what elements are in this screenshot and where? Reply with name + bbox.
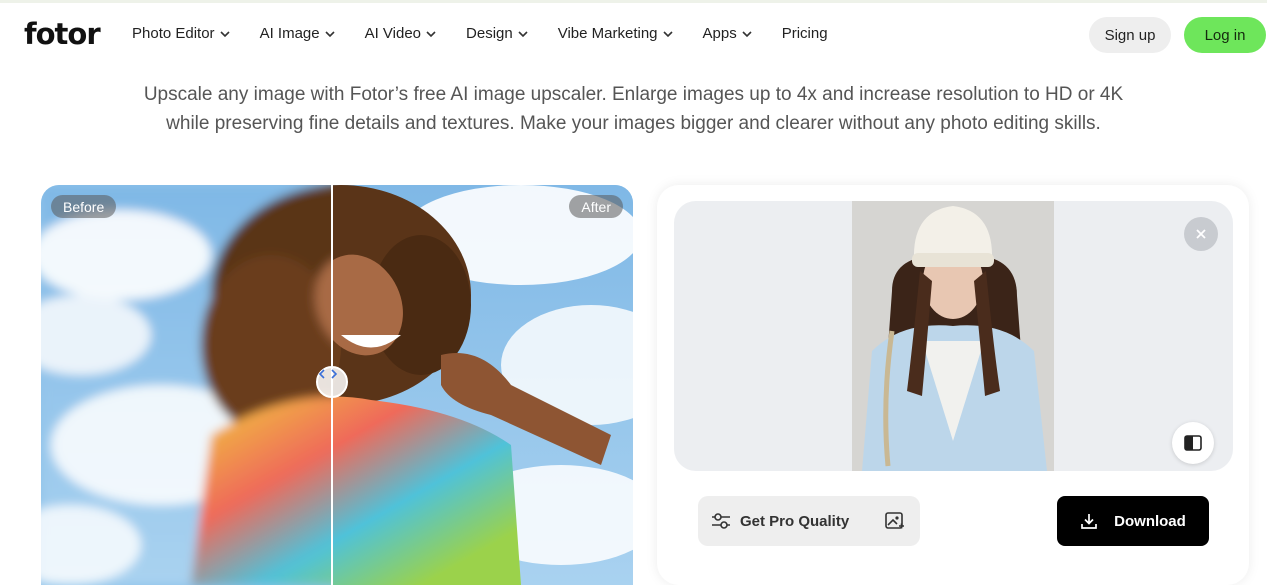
nav-item-design[interactable]: Design bbox=[466, 25, 529, 42]
close-glyph bbox=[1196, 229, 1206, 239]
login-button[interactable]: Log in bbox=[1184, 17, 1266, 53]
result-preview bbox=[674, 201, 1233, 471]
chevron-down-icon bbox=[426, 30, 436, 37]
download-icon bbox=[1081, 514, 1098, 529]
nav-item-photo-editor[interactable]: Photo Editor bbox=[132, 25, 231, 42]
nav-item-label: AI Image bbox=[259, 25, 320, 42]
chevron-down-icon bbox=[742, 30, 752, 37]
handle-arrows bbox=[318, 369, 338, 379]
nav-item-label: Apps bbox=[702, 25, 737, 42]
pro-button-label: Get Pro Quality bbox=[740, 512, 850, 530]
nav-item-vibe-marketing[interactable]: Vibe Marketing bbox=[558, 25, 674, 42]
before-label: Before bbox=[51, 195, 117, 218]
chevron-down-icon bbox=[325, 30, 335, 37]
image-enhance-icon[interactable] bbox=[884, 510, 906, 532]
download-button[interactable]: Download bbox=[1057, 496, 1209, 546]
nav-item-label: Design bbox=[466, 25, 513, 42]
signup-button[interactable]: Sign up bbox=[1089, 17, 1171, 53]
site-header: fotor Photo Editor AI Image AI Video Des… bbox=[0, 3, 1267, 65]
result-panel: Get Pro Quality Download bbox=[657, 185, 1249, 585]
chevron-left-right-icon[interactable] bbox=[316, 366, 348, 398]
chevron-down-icon bbox=[662, 30, 673, 37]
result-image bbox=[852, 201, 1054, 471]
before-after-compare[interactable]: Before After bbox=[41, 185, 633, 585]
chevron-down-icon bbox=[518, 30, 528, 37]
split-compare-icon[interactable] bbox=[1172, 422, 1214, 464]
chevron-down-icon bbox=[219, 30, 230, 37]
hero-description-line: Upscale any image with Fotor’s free AI i… bbox=[143, 84, 1124, 105]
fotor-logo[interactable]: fotor bbox=[24, 17, 101, 51]
nav-item-label: Pricing bbox=[781, 25, 828, 42]
nav-item-label: AI Video bbox=[364, 25, 422, 42]
nav-item-pricing[interactable]: Pricing bbox=[782, 25, 828, 42]
hero-description: Upscale any image with Fotor’s free AI i… bbox=[60, 80, 1207, 138]
nav-item-ai-image[interactable]: AI Image bbox=[260, 25, 336, 42]
hero-description-line: while preserving fine details and textur… bbox=[166, 113, 1101, 134]
nav-item-label: Vibe Marketing bbox=[557, 25, 658, 42]
close-icon[interactable] bbox=[1184, 217, 1218, 251]
split-compare-glyph bbox=[1184, 435, 1202, 451]
nav-item-label: Photo Editor bbox=[132, 25, 215, 42]
after-label: After bbox=[569, 195, 623, 218]
nav-item-ai-video[interactable]: AI Video bbox=[365, 25, 437, 42]
nav-item-apps[interactable]: Apps bbox=[703, 25, 753, 42]
get-pro-quality-button[interactable]: Get Pro Quality bbox=[698, 496, 920, 546]
sliders-icon bbox=[712, 513, 730, 529]
main-nav: Photo Editor AI Image AI Video Design Vi… bbox=[132, 25, 857, 42]
download-label: Download bbox=[1114, 512, 1186, 530]
